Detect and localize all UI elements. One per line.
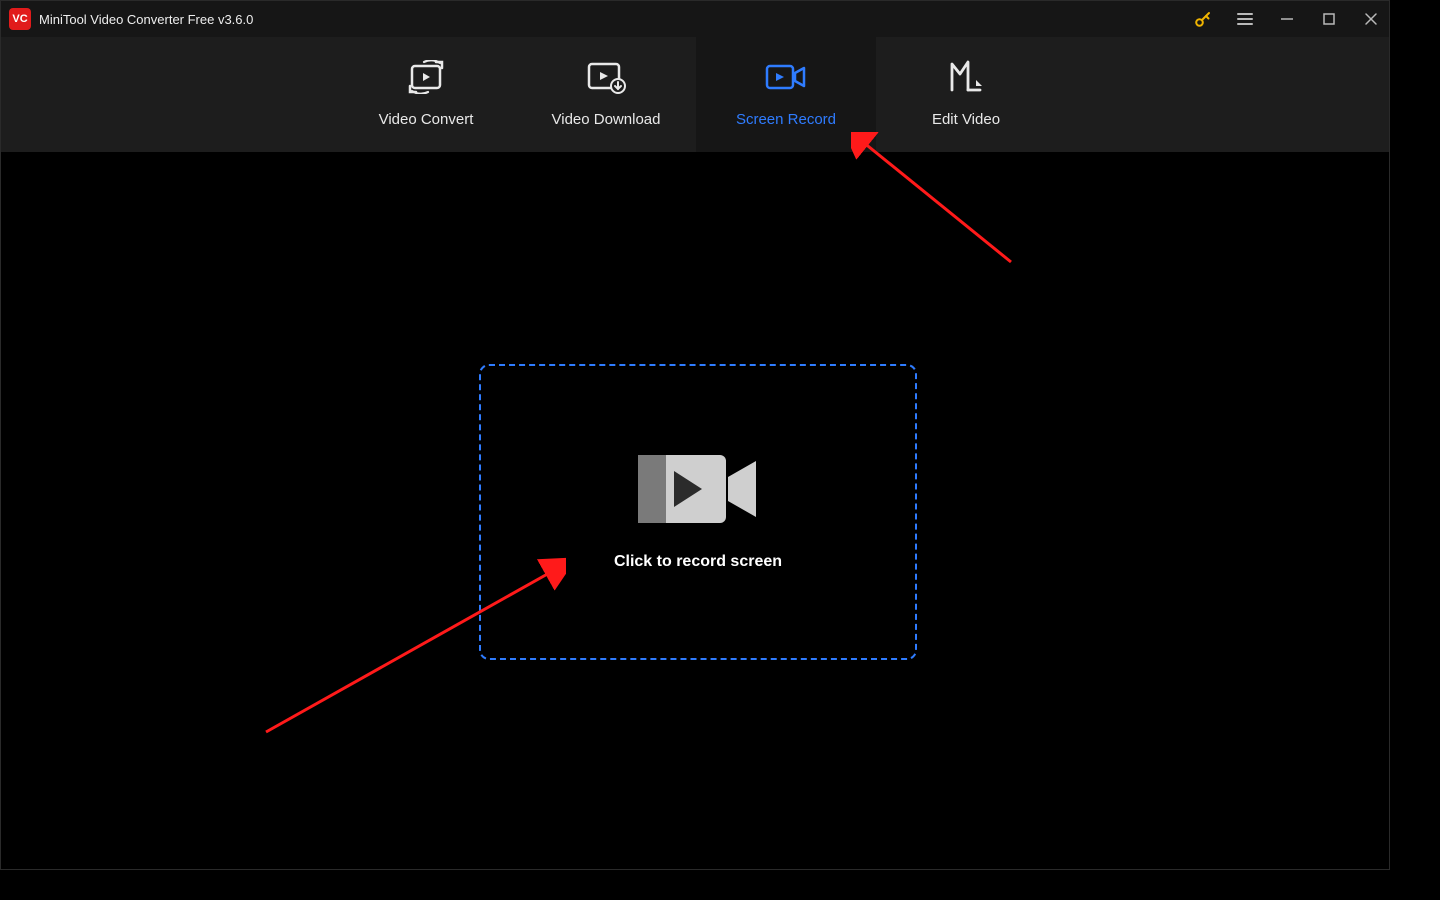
edit-icon: [946, 61, 986, 93]
annotation-arrow-top: [851, 132, 1021, 312]
main-area: Click to record screen: [1, 152, 1389, 869]
record-drop-area[interactable]: Click to record screen: [479, 364, 917, 660]
tab-label: Video Convert: [379, 111, 474, 128]
tab-label: Video Download: [552, 111, 661, 128]
main-tabs: Video Convert Video Download: [1, 37, 1389, 152]
record-prompt-text: Click to record screen: [614, 553, 782, 571]
tab-video-download[interactable]: Video Download: [516, 37, 696, 152]
tabs-spacer: [1, 37, 336, 152]
download-icon: [585, 61, 627, 93]
tab-edit-video[interactable]: Edit Video: [876, 37, 1056, 152]
titlebar-right: [1193, 9, 1381, 29]
app-title: MiniTool Video Converter Free v3.6.0: [39, 12, 253, 27]
tab-label: Screen Record: [736, 111, 836, 128]
close-button[interactable]: [1361, 9, 1381, 29]
titlebar-left: VC MiniTool Video Converter Free v3.6.0: [9, 8, 253, 30]
tab-video-convert[interactable]: Video Convert: [336, 37, 516, 152]
menu-icon[interactable]: [1235, 9, 1255, 29]
camcorder-icon: [638, 453, 758, 525]
maximize-button[interactable]: [1319, 9, 1339, 29]
key-icon[interactable]: [1193, 9, 1213, 29]
tab-screen-record[interactable]: Screen Record: [696, 37, 876, 152]
convert-icon: [406, 61, 446, 93]
tab-label: Edit Video: [932, 111, 1000, 128]
app-window: VC MiniTool Video Converter Free v3.6.0: [0, 0, 1390, 870]
titlebar: VC MiniTool Video Converter Free v3.6.0: [1, 1, 1389, 37]
app-logo-icon: VC: [9, 8, 31, 30]
record-icon: [764, 61, 808, 93]
minimize-button[interactable]: [1277, 9, 1297, 29]
